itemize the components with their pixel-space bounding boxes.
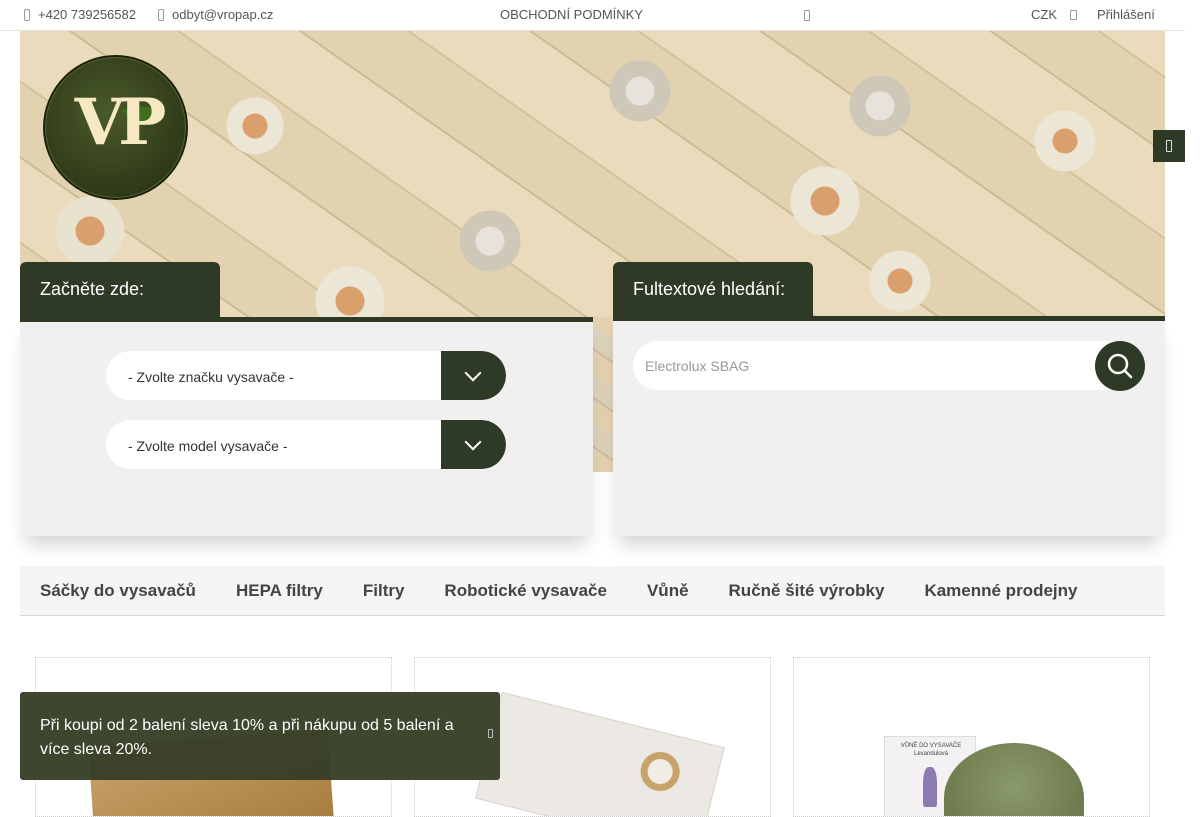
lavender-icon xyxy=(923,767,937,807)
brand-select-toggle[interactable] xyxy=(441,351,506,400)
fulltext-title: Fultextové hledání: xyxy=(633,279,786,299)
email-contact[interactable]: odbyt@vropap.cz xyxy=(158,7,273,22)
currency-selector[interactable]: CZK xyxy=(1031,7,1057,22)
login-label[interactable]: Přihlášení xyxy=(1097,7,1155,22)
search-input[interactable] xyxy=(645,353,1085,379)
nav-item-handmade[interactable]: Ručně šité výrobky xyxy=(729,581,885,601)
nav-item-fragrances[interactable]: Vůně xyxy=(647,581,689,601)
discount-message: Při koupi od 2 balení sleva 10% a při ná… xyxy=(40,717,454,758)
chevron-down-icon xyxy=(464,364,482,382)
category-nav: Sáčky do vysavačů HEPA filtry Filtry Rob… xyxy=(20,566,1165,616)
finder-tab: Začněte zde: xyxy=(20,262,220,320)
phone-number[interactable]: +420 739256582 xyxy=(38,7,136,22)
terms-link-label[interactable]: OBCHODNÍ PODMÍNKY xyxy=(500,7,643,22)
discount-notification: Při koupi od 2 balení sleva 10% a při ná… xyxy=(20,692,500,780)
login-link[interactable]: Přihlášení xyxy=(1070,7,1155,22)
fragrance-box-line2: Levandulová xyxy=(913,751,949,757)
product-card[interactable]: VŮNĚ DO VYSAVAČE Levandulová xyxy=(793,657,1150,817)
phone-icon xyxy=(24,8,30,21)
site-logo[interactable]: VP xyxy=(43,55,188,200)
nav-item-hepa-filters[interactable]: HEPA filtry xyxy=(236,581,323,601)
brand-select[interactable]: - Zvolte značku vysavače - xyxy=(106,351,506,400)
model-select-toggle[interactable] xyxy=(441,420,506,469)
model-select[interactable]: - Zvolte model vysavače - xyxy=(106,420,506,469)
terms-link[interactable]: OBCHODNÍ PODMÍNKY xyxy=(500,7,643,22)
email-address[interactable]: odbyt@vropap.cz xyxy=(172,7,273,22)
mail-icon xyxy=(158,8,164,21)
top-bar: +420 739256582 odbyt@vropap.cz OBCHODNÍ … xyxy=(0,0,1185,31)
nav-item-filters[interactable]: Filtry xyxy=(363,581,405,601)
user-icon xyxy=(1070,9,1077,20)
nav-item-stores[interactable]: Kamenné prodejny xyxy=(924,581,1077,601)
hero-banner-extension xyxy=(593,317,613,472)
fulltext-tab: Fultextové hledání: xyxy=(613,262,813,320)
cart-icon[interactable] xyxy=(804,10,810,21)
product-image-fleece-bag[interactable] xyxy=(475,691,725,816)
brand-select-value[interactable]: - Zvolte značku vysavače - xyxy=(128,369,294,385)
bag-collar xyxy=(633,744,687,799)
side-tab-icon xyxy=(1166,140,1172,152)
model-select-value[interactable]: - Zvolte model vysavače - xyxy=(128,438,288,454)
finder-title: Začněte zde: xyxy=(40,279,145,299)
close-icon[interactable] xyxy=(488,729,493,738)
search-box[interactable] xyxy=(633,341,1145,391)
fragrance-box-label: VŮNĚ DO VYSAVAČE Levandulová xyxy=(889,742,973,758)
fulltext-panel xyxy=(613,316,1165,536)
side-tab-button[interactable] xyxy=(1153,130,1185,162)
finder-panel: - Zvolte značku vysavače - - Zvolte mode… xyxy=(20,317,593,536)
search-button[interactable] xyxy=(1095,341,1145,391)
search-icon xyxy=(1107,353,1133,379)
nav-item-vacuum-bags[interactable]: Sáčky do vysavačů xyxy=(40,581,196,601)
phone-contact[interactable]: +420 739256582 xyxy=(24,7,136,22)
currency-label[interactable]: CZK xyxy=(1031,7,1057,22)
logo-text: VP xyxy=(74,85,167,160)
chevron-down-icon xyxy=(464,433,482,451)
nav-item-robotic-vacuums[interactable]: Robotické vysavače xyxy=(444,581,607,601)
fragrance-box-line1: VŮNĚ DO VYSAVAČE xyxy=(900,743,962,749)
